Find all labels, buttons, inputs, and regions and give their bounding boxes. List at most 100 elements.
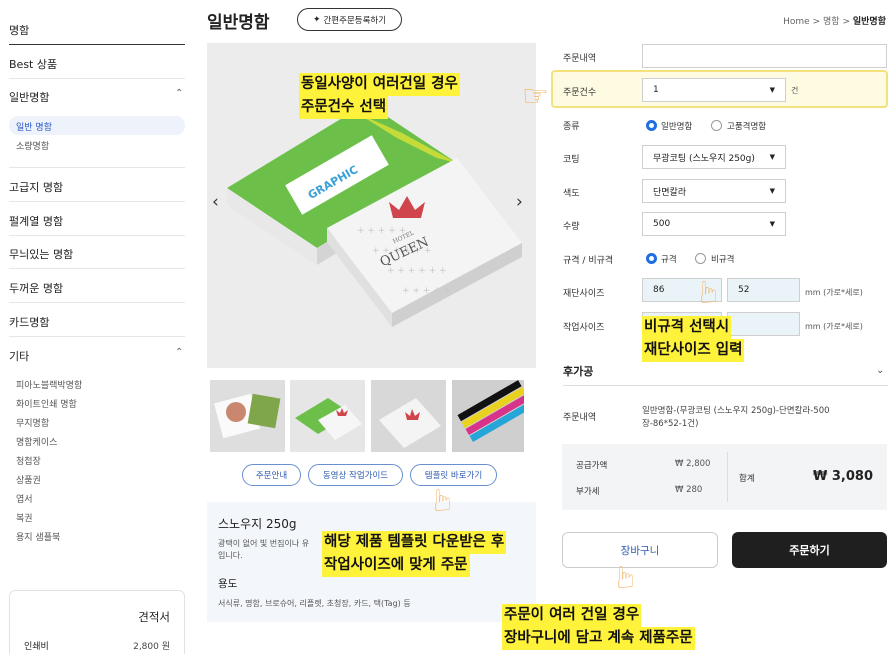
note-line: 재단사이즈 입력 bbox=[642, 339, 745, 362]
supply-label: 공급가액 bbox=[576, 461, 608, 471]
size-radio-standard[interactable] bbox=[646, 253, 657, 264]
sidebar-sub-other[interactable]: 명함케이스 bbox=[16, 435, 57, 448]
breadcrumb-separator: > bbox=[842, 17, 850, 27]
note-custom-size: 비규격 선택시 재단사이즈 입력 bbox=[642, 316, 745, 362]
chevron-down-icon[interactable]: ⌄ bbox=[876, 365, 884, 376]
estimate-title: 견적서 bbox=[138, 610, 170, 624]
divider bbox=[9, 302, 185, 303]
thumbnail-image bbox=[452, 380, 524, 452]
pointing-hand-icon: ☞ bbox=[522, 79, 549, 114]
svg-text:+ + + + +: + + + + + bbox=[402, 286, 451, 296]
count-unit: 건 bbox=[791, 86, 799, 95]
order-guide-button[interactable]: 주문안내 bbox=[242, 464, 301, 486]
thumbnail-1[interactable] bbox=[210, 380, 285, 452]
chevron-up-icon[interactable]: ⌃ bbox=[175, 347, 183, 358]
sidebar-item-best[interactable]: Best 상품 bbox=[9, 56, 185, 72]
divider bbox=[9, 201, 185, 202]
coating-label: 코팅 bbox=[563, 155, 580, 165]
pointing-hand-icon: ☞ bbox=[425, 486, 461, 514]
coating-select-value: 무광코팅 (스노우지 250g) bbox=[653, 153, 755, 164]
size-type-label: 규격 / 비규격 bbox=[563, 256, 614, 266]
total-label: 합계 bbox=[739, 474, 755, 484]
sidebar-sub-other[interactable]: 화이트인쇄 명함 bbox=[16, 397, 77, 410]
sidebar-item-general[interactable]: 일반명함 bbox=[9, 89, 185, 105]
type-radio-general[interactable] bbox=[646, 120, 657, 131]
thumbnail-2[interactable] bbox=[290, 380, 365, 452]
pin-icon: ✦ bbox=[312, 14, 321, 25]
work-size-label: 작업사이즈 bbox=[563, 323, 605, 333]
thumbnail-3[interactable] bbox=[371, 380, 446, 452]
sidebar-item-other[interactable]: 기타 bbox=[9, 348, 185, 364]
sidebar-item-card[interactable]: 카드명함 bbox=[9, 314, 185, 330]
sidebar-sub-other[interactable]: 상품권 bbox=[16, 473, 41, 486]
count-select[interactable]: 1 bbox=[642, 78, 786, 102]
sidebar-sub-small-qty[interactable]: 소량명함 bbox=[16, 139, 49, 152]
breadcrumb-home[interactable]: Home bbox=[783, 17, 810, 27]
svg-text:+ + + + +: + + + + + bbox=[357, 226, 406, 236]
order-content-label: 주문내역 bbox=[563, 54, 597, 64]
quantity-label: 수량 bbox=[563, 222, 580, 232]
note-line: 주문건수 선택 bbox=[299, 96, 389, 119]
order-content-field[interactable] bbox=[642, 44, 887, 68]
divider bbox=[9, 336, 185, 337]
cut-size-label: 재단사이즈 bbox=[563, 289, 605, 299]
paper-description: 광택이 없어 빛 번짐이나 유 입니다. bbox=[218, 539, 310, 560]
sidebar-sub-other[interactable]: 청첩장 bbox=[16, 454, 41, 467]
template-link-button[interactable]: 템플릿 바로가기 bbox=[410, 464, 497, 486]
quantity-select[interactable]: 500 bbox=[642, 212, 786, 236]
size-option-standard: 규격 bbox=[661, 255, 677, 265]
summary-label: 주문내역 bbox=[563, 413, 597, 423]
sidebar-divider bbox=[9, 44, 185, 45]
price-summary: 공급가액 ₩ 2,800 부가세 ₩ 280 합계 ₩ 3,080 bbox=[562, 444, 887, 510]
sidebar-sub-other[interactable]: 피아노블랙박명함 bbox=[16, 378, 82, 391]
divider bbox=[563, 385, 888, 386]
prev-image-arrow[interactable]: ‹ bbox=[212, 192, 219, 212]
note-cart: 주문이 여러 건일 경우 장바구니에 담고 계속 제품주문 bbox=[502, 604, 695, 650]
size-option-custom: 비규격 bbox=[711, 255, 735, 265]
post-processing-title: 후가공 bbox=[563, 365, 594, 378]
sidebar-item-thick[interactable]: 두꺼운 명함 bbox=[9, 280, 185, 296]
color-label: 색도 bbox=[563, 189, 580, 199]
note-template: 해당 제품 템플릿 다운받은 후 작업사이즈에 맞게 주문 bbox=[322, 531, 507, 577]
order-button[interactable]: 주문하기 bbox=[732, 532, 887, 568]
type-radio-premium[interactable] bbox=[711, 120, 722, 131]
chevron-up-icon[interactable]: ⌃ bbox=[175, 88, 183, 99]
divider bbox=[9, 268, 185, 269]
breadcrumb-card[interactable]: 명함 bbox=[823, 17, 840, 27]
note-line: 주문이 여러 건일 경우 bbox=[502, 604, 642, 627]
estimate-box: 견적서 인쇄비 2,800 원 bbox=[9, 590, 185, 654]
breadcrumb-separator: > bbox=[812, 17, 821, 27]
size-radio-custom[interactable] bbox=[695, 253, 706, 264]
sidebar-item-pearl[interactable]: 펄계열 명함 bbox=[9, 213, 185, 229]
svg-text:+ + + + + +: + + + + + + bbox=[387, 266, 447, 276]
sidebar-sub-other[interactable]: 엽서 bbox=[16, 492, 33, 505]
coating-select[interactable]: 무광코팅 (스노우지 250g) bbox=[642, 145, 786, 169]
sidebar-sub-general-card[interactable]: 일반 명함 bbox=[16, 120, 52, 133]
sidebar-sub-other[interactable]: 용지 샘플북 bbox=[16, 530, 60, 543]
sidebar-item-premium[interactable]: 고급지 명함 bbox=[9, 179, 185, 195]
sidebar-title: 명함 bbox=[9, 24, 30, 37]
thumbnail-image bbox=[210, 380, 285, 452]
video-guide-button[interactable]: 동영상 작업가이드 bbox=[308, 464, 403, 486]
thumbnail-image bbox=[371, 380, 446, 452]
pointing-hand-icon: ☞ bbox=[691, 278, 727, 306]
sidebar-sub-other[interactable]: 무지명함 bbox=[16, 416, 49, 429]
note-line: 비규격 선택시 bbox=[642, 316, 732, 339]
sidebar-sub-other[interactable]: 복권 bbox=[16, 511, 33, 524]
divider bbox=[9, 167, 185, 168]
color-select[interactable]: 단면칼라 bbox=[642, 179, 786, 203]
thumbnail-image bbox=[290, 380, 365, 452]
usage-text: 서식류, 명함, 브로슈어, 리플렛, 초청장, 카드, 택(Tag) 등 bbox=[218, 599, 411, 608]
usage-title: 용도 bbox=[218, 578, 238, 590]
next-image-arrow[interactable]: › bbox=[516, 192, 523, 212]
type-option-general: 일반명함 bbox=[661, 122, 693, 132]
divider bbox=[9, 235, 185, 236]
type-option-premium: 고품격명함 bbox=[727, 122, 767, 132]
note-line: 작업사이즈에 맞게 주문 bbox=[322, 554, 470, 577]
sidebar-item-pattern[interactable]: 무늬있는 명함 bbox=[9, 246, 185, 262]
cut-height-input[interactable]: 52 bbox=[727, 278, 800, 302]
quick-order-button[interactable]: ✦ 간편주문등록하기 bbox=[297, 8, 402, 31]
thumbnail-4[interactable] bbox=[452, 380, 524, 452]
breadcrumb: Home > 명함 > 일반명함 bbox=[783, 14, 886, 27]
count-select-value: 1 bbox=[653, 85, 659, 95]
